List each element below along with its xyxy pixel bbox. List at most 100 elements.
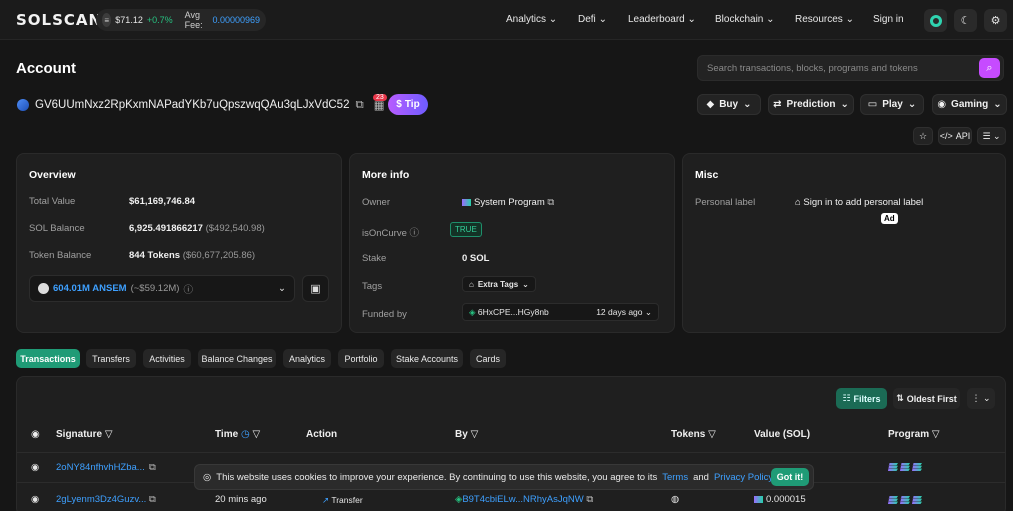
search-input[interactable]: Search transactions, blocks, programs an… bbox=[697, 55, 1004, 81]
is-on-curve-label: isOnCurve ⓘ bbox=[362, 228, 420, 239]
owner-link[interactable]: System Program ⧉ bbox=[462, 197, 554, 208]
header-divider bbox=[17, 452, 1005, 453]
page-title: Account bbox=[16, 60, 76, 77]
total-value: $61,169,746.84 bbox=[129, 196, 196, 207]
calendar-icon[interactable]: ▣ bbox=[302, 275, 329, 302]
cookie-text: This website uses cookies to improve you… bbox=[216, 471, 658, 483]
settings-gear-icon[interactable]: ⚙ bbox=[984, 9, 1007, 32]
owner-label: Owner bbox=[362, 197, 390, 208]
token-balance: 844 Tokens ($60,677,205.86) bbox=[129, 250, 256, 261]
cookie-and: and bbox=[693, 471, 709, 483]
sort-icon: ⇅ bbox=[896, 393, 904, 403]
program-icons bbox=[888, 463, 922, 471]
add-personal-label-link[interactable]: ⌂ Sign in to add personal label bbox=[795, 197, 923, 208]
sol-balance-label: SOL Balance bbox=[29, 223, 85, 234]
overview-title: Overview bbox=[29, 169, 76, 181]
ad-badge: Ad bbox=[881, 213, 898, 224]
gamepad-icon: ◉ bbox=[937, 99, 947, 110]
misc-card: Misc Personal label ⌂ Sign in to add per… bbox=[682, 153, 1006, 333]
program-icons bbox=[888, 496, 922, 504]
filter-icon[interactable]: ▽ bbox=[708, 429, 716, 440]
tab-stake-accounts[interactable]: Stake Accounts bbox=[391, 349, 463, 368]
row-by-link[interactable]: ◈B9T4cbiELw...NRhyAsJqNW ⧉ bbox=[455, 494, 593, 505]
funded-by-field[interactable]: ◈ 6HxCPE...HGy8nb 12 days ago ⌄ bbox=[462, 303, 659, 321]
got-it-button[interactable]: Got it! bbox=[771, 468, 809, 486]
api-button[interactable]: </> API bbox=[938, 127, 972, 145]
funder-icon: ◈ bbox=[469, 306, 476, 317]
total-value-label: Total Value bbox=[29, 196, 76, 207]
eye-column-icon: ◉ bbox=[31, 429, 40, 440]
copy-icon[interactable]: ⧉ bbox=[355, 99, 363, 112]
token-select[interactable]: 604.01M ANSEM (~$59.12M) ⓘ ⌄ bbox=[29, 275, 295, 302]
tab-analytics[interactable]: Analytics bbox=[283, 349, 331, 368]
filters-button[interactable]: ☷ Filters bbox=[836, 388, 887, 409]
cookie-icon: ◎ bbox=[203, 471, 212, 483]
theme-moon-icon[interactable]: ☾ bbox=[954, 9, 977, 32]
wallet-icon[interactable] bbox=[924, 9, 947, 32]
copy-icon[interactable]: ⧉ bbox=[149, 494, 156, 505]
row-eye-icon[interactable]: ◉ bbox=[31, 462, 39, 473]
misc-title: Misc bbox=[695, 169, 719, 181]
funded-by-label: Funded by bbox=[362, 309, 407, 320]
search-icon[interactable]: ⌕ bbox=[979, 58, 1000, 78]
nav-resources[interactable]: Resources ⌄ bbox=[795, 14, 854, 25]
columns-menu-icon[interactable]: ⋮ ⌄ bbox=[967, 388, 995, 409]
fee-value: 0.00000969 bbox=[212, 15, 260, 25]
tip-button[interactable]: $ Tip bbox=[388, 94, 428, 115]
tag-icon: ⌂ bbox=[469, 279, 474, 289]
is-on-curve-badge: TRUE bbox=[450, 222, 482, 237]
tab-transactions[interactable]: Transactions bbox=[16, 349, 80, 368]
terms-link[interactable]: Terms bbox=[662, 472, 688, 483]
extra-tags-button[interactable]: ⌂ Extra Tags ⌄ bbox=[462, 276, 536, 292]
nav-blockchain[interactable]: Blockchain ⌄ bbox=[715, 14, 775, 25]
nav-analytics[interactable]: Analytics ⌄ bbox=[506, 14, 557, 25]
tab-balance-changes[interactable]: Balance Changes bbox=[198, 349, 276, 368]
filter-icon[interactable]: ▽ bbox=[932, 429, 940, 440]
code-icon: </> bbox=[939, 131, 953, 141]
filter-icon[interactable]: ▽ bbox=[252, 429, 260, 440]
account-address: GV6UUmNxz2RpKxmNAPadYKb7uQpszwqQAu3qLJxV… bbox=[35, 99, 350, 111]
solscan-logo[interactable]: SOLSCAN bbox=[16, 11, 102, 29]
sign-in-link[interactable]: Sign in bbox=[873, 14, 904, 25]
buy-button[interactable]: ◆ Buy ⌄ bbox=[697, 94, 761, 115]
tab-cards[interactable]: Cards bbox=[470, 349, 506, 368]
sol-price-pill: ≡ $71.12 +0.7% Avg Fee: 0.00000969 bbox=[96, 9, 266, 31]
token-balance-label: Token Balance bbox=[29, 250, 92, 261]
prediction-button[interactable]: ⇄ Prediction ⌄ bbox=[768, 94, 854, 115]
row-signature-link[interactable]: 2gLyenm3Dz4Guzv... bbox=[56, 494, 146, 505]
th-signature: Signature ▽ bbox=[56, 429, 113, 440]
th-by: By ▽ bbox=[455, 429, 479, 440]
info-icon: ⓘ bbox=[183, 284, 193, 296]
th-value: Value (SOL) bbox=[754, 429, 811, 440]
chevron-down-icon: ⌄ bbox=[278, 283, 286, 294]
privacy-policy-link[interactable]: Privacy Policy bbox=[714, 472, 773, 483]
tab-transfers[interactable]: Transfers bbox=[86, 349, 136, 368]
personal-label-label: Personal label bbox=[695, 197, 756, 208]
row-signature-link[interactable]: 2oNY84nfhvhHZba... bbox=[56, 462, 145, 473]
nav-leaderboard[interactable]: Leaderboard ⌄ bbox=[628, 14, 696, 25]
token-icon bbox=[38, 283, 49, 294]
tab-portfolio[interactable]: Portfolio bbox=[338, 349, 384, 368]
tab-activities[interactable]: Activities bbox=[143, 349, 191, 368]
play-icon: ▭ bbox=[867, 99, 878, 110]
filter-icon[interactable]: ▽ bbox=[471, 429, 479, 440]
row-eye-icon[interactable]: ◉ bbox=[31, 494, 39, 505]
th-program: Program ▽ bbox=[888, 429, 940, 440]
dollar-icon: $ bbox=[396, 99, 402, 110]
more-menu-icon[interactable]: ☰ ⌄ bbox=[977, 127, 1006, 145]
row-time: 20 mins ago bbox=[215, 494, 267, 505]
tag-icon: ◆ bbox=[706, 99, 715, 110]
filter-icon[interactable]: ▽ bbox=[105, 429, 113, 440]
overview-card: Overview Total Value $61,169,746.84 SOL … bbox=[16, 153, 342, 333]
gaming-button[interactable]: ◉ Gaming ⌄ bbox=[932, 94, 1007, 115]
sort-button[interactable]: ⇅ Oldest First bbox=[893, 388, 960, 409]
token-icon: ◍ bbox=[671, 494, 680, 505]
play-button[interactable]: ▭ Play ⌄ bbox=[860, 94, 924, 115]
tag-icon: ⌂ bbox=[795, 197, 801, 208]
favorite-star-icon[interactable]: ☆ bbox=[913, 127, 933, 145]
prediction-icon: ⇄ bbox=[773, 99, 782, 110]
sol-balance: 6,925.491866217 ($492,540.98) bbox=[129, 223, 265, 234]
copy-icon[interactable]: ⧉ bbox=[149, 462, 156, 473]
nav-defi[interactable]: Defi ⌄ bbox=[578, 14, 607, 25]
filter-icon: ☷ bbox=[842, 393, 851, 403]
